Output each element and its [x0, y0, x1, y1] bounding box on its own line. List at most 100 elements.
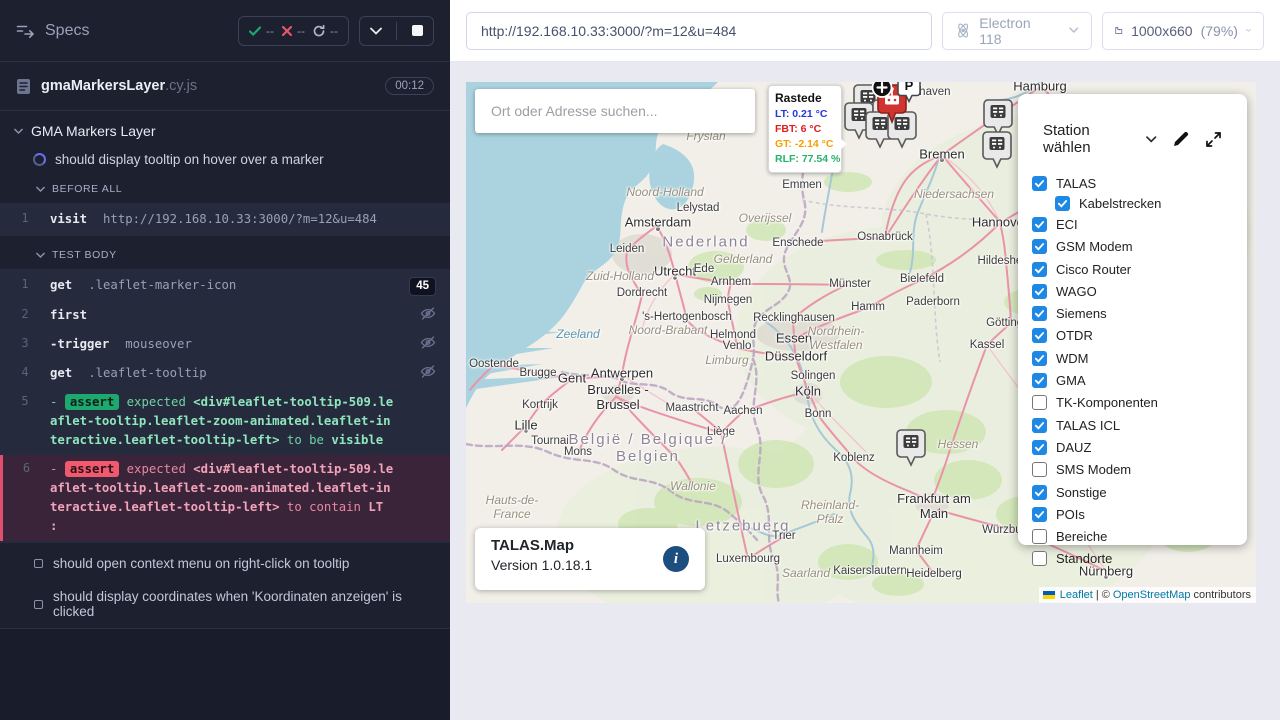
chevron-down-icon [1146, 136, 1156, 143]
layer-checkbox[interactable] [1032, 217, 1047, 232]
spec-file-row[interactable]: gmaMarkersLayer.cy.js 00:12 [0, 62, 450, 111]
collapse-button[interactable] [364, 18, 388, 44]
layer-item-sms-modem[interactable]: SMS Modem [1032, 459, 1247, 481]
suite-title: GMA Markers Layer [31, 123, 155, 139]
marker-tooltip[interactable]: Rastede LT: 0.21 °CFBT: 6 °CGT: -2.14 °C… [768, 85, 842, 173]
pencil-icon [1172, 131, 1189, 148]
layer-label: WDM [1056, 351, 1089, 366]
command-indicator [402, 364, 450, 378]
layer-item-standorte[interactable]: Standorte [1032, 548, 1247, 570]
layer-checkbox[interactable] [1032, 284, 1047, 299]
expand-button[interactable] [1204, 129, 1223, 149]
leaflet-map[interactable]: HamburgBremerhavenBremenNiedersachsenEmm… [466, 82, 1256, 603]
layer-checkbox[interactable] [1032, 507, 1047, 522]
app-name: TALAS.Map [491, 537, 689, 554]
layer-checkbox[interactable] [1032, 485, 1047, 500]
layer-checkbox[interactable] [1032, 328, 1047, 343]
before-all-label: BEFORE ALL [52, 183, 122, 195]
pending-test-row-2[interactable]: should display coordinates when 'Koordin… [0, 580, 450, 628]
layer-item-eci[interactable]: ECI [1032, 213, 1247, 235]
command-row-1[interactable]: 1get.leaflet-marker-icon45 [0, 271, 450, 301]
layer-item-talas[interactable]: TALAS [1032, 172, 1247, 194]
viewport-select[interactable]: 1000x660 (79%) [1102, 12, 1264, 50]
specs-button[interactable]: Specs [16, 22, 89, 40]
layer-checkbox[interactable] [1032, 373, 1047, 388]
eye-slash-icon [420, 307, 436, 320]
check-icon [1034, 375, 1045, 386]
layer-item-wago[interactable]: WAGO [1032, 280, 1247, 302]
command-count-badge: 45 [409, 277, 436, 296]
layer-item-bereiche[interactable]: Bereiche [1032, 525, 1247, 547]
layer-checkbox[interactable] [1032, 551, 1047, 566]
browser-select[interactable]: Electron 118 [942, 12, 1092, 50]
layer-item-talas-icl[interactable]: TALAS ICL [1032, 414, 1247, 436]
layer-item-gsm-modem[interactable]: GSM Modem [1032, 236, 1247, 258]
command-row-4[interactable]: 4get.leaflet-tooltip [0, 359, 450, 388]
chevron-down-icon [370, 27, 382, 35]
specs-list-icon [16, 24, 35, 38]
url-input[interactable] [466, 12, 932, 50]
layer-item-siemens[interactable]: Siemens [1032, 302, 1247, 324]
parking-marker[interactable]: P [897, 82, 921, 109]
layer-item-tk-komponenten[interactable]: TK-Komponenten [1032, 392, 1247, 414]
layer-checkbox[interactable] [1032, 529, 1047, 544]
layer-checkbox[interactable] [1032, 306, 1047, 321]
edit-button[interactable] [1171, 129, 1190, 149]
command-number: 4 [0, 364, 50, 379]
layer-checkbox[interactable] [1032, 462, 1047, 477]
command-row-6[interactable]: 6- assert expected <div#leaflet-tooltip-… [0, 455, 450, 541]
station-panel-header: Station wählen [1018, 114, 1247, 170]
add-marker-button[interactable] [871, 82, 893, 104]
chevron-down-icon [14, 127, 23, 136]
pending-icon [34, 600, 43, 609]
stop-button[interactable] [405, 18, 429, 44]
command-row-visit[interactable]: 1 visithttp://192.168.10.33:3000/?m=12&u… [0, 205, 450, 234]
layer-item-dauz[interactable]: DAUZ [1032, 436, 1247, 458]
station-select[interactable]: Station wählen [1043, 122, 1157, 156]
layer-checkbox[interactable] [1032, 351, 1047, 366]
layer-checkbox[interactable] [1032, 418, 1047, 433]
layer-item-cisco-router[interactable]: Cisco Router [1032, 258, 1247, 280]
x-icon [282, 26, 292, 36]
layer-label: Sonstige [1056, 485, 1107, 500]
layer-checkbox[interactable] [1032, 262, 1047, 277]
station-marker[interactable] [982, 131, 1012, 174]
check-icon [1034, 264, 1045, 275]
command-row-3[interactable]: 3-triggermouseover [0, 330, 450, 359]
command-row-2[interactable]: 2first [0, 301, 450, 330]
layer-label: WAGO [1056, 284, 1097, 299]
command-row-5[interactable]: 5- assert expected <div#leaflet-tooltip-… [0, 388, 450, 455]
before-all-header[interactable]: BEFORE ALL [0, 174, 450, 200]
command-method: get [50, 366, 72, 380]
test-body-header[interactable]: TEST BODY [0, 240, 450, 266]
layer-checkbox[interactable] [1032, 440, 1047, 455]
layer-checkbox[interactable] [1032, 239, 1047, 254]
command-indicator [402, 460, 450, 461]
command-number: 3 [0, 335, 50, 350]
pending-test-row-1[interactable]: should open context menu on right-click … [0, 547, 450, 580]
command-args: mouseover [125, 337, 192, 351]
layer-item-sonstige[interactable]: Sonstige [1032, 481, 1247, 503]
station-marker[interactable] [896, 429, 926, 472]
app-version: Version 1.0.18.1 [491, 557, 689, 573]
layer-item-wdm[interactable]: WDM [1032, 347, 1247, 369]
command-text: get.leaflet-tooltip [50, 364, 402, 383]
layer-checkbox[interactable] [1055, 196, 1070, 211]
aut-toolbar: Electron 118 1000x660 (79%) [450, 0, 1280, 62]
leaflet-link[interactable]: Leaflet [1060, 589, 1093, 601]
search-input[interactable] [475, 89, 755, 133]
check-icon [1034, 219, 1045, 230]
layer-checkbox[interactable] [1032, 176, 1047, 191]
layer-item-pois[interactable]: POIs [1032, 503, 1247, 525]
pending-icon [34, 559, 43, 568]
layer-item-otdr[interactable]: OTDR [1032, 325, 1247, 347]
running-spinner-icon [33, 153, 46, 166]
suite-row[interactable]: GMA Markers Layer [0, 111, 450, 145]
layer-item-kabelstrecken[interactable]: Kabelstrecken [1055, 194, 1247, 213]
layer-checkbox[interactable] [1032, 395, 1047, 410]
command-text: get.leaflet-marker-icon [50, 276, 402, 295]
active-test-row[interactable]: should display tooltip on hover over a m… [0, 145, 450, 174]
osm-link[interactable]: OpenStreetMap [1113, 589, 1191, 601]
info-icon[interactable]: i [663, 546, 689, 572]
layer-item-gma[interactable]: GMA [1032, 369, 1247, 391]
